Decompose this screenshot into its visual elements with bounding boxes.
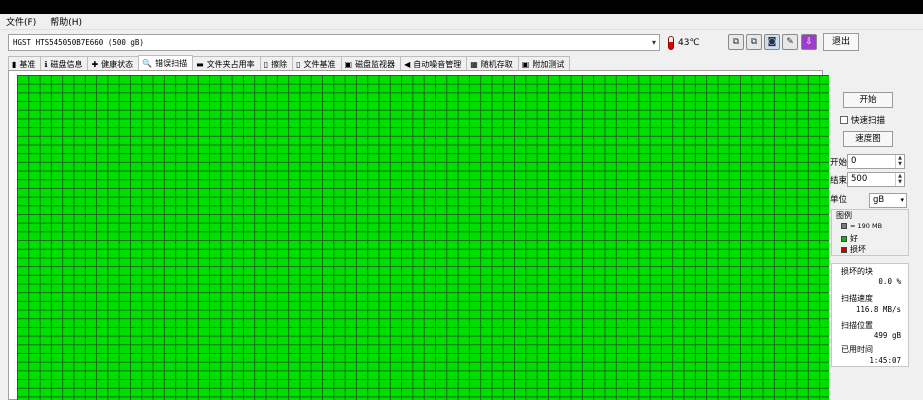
block-swatch-icon xyxy=(841,223,847,229)
damaged-blocks-value: 0.0 % xyxy=(878,277,901,286)
tab-label: 健康状态 xyxy=(101,59,134,69)
elapsed-time-label: 已用时间 xyxy=(841,345,873,354)
chevron-down-icon: ▾ xyxy=(651,38,656,47)
spinner-arrows-icon[interactable]: ▲ ▼ xyxy=(895,173,904,186)
extra-tests-icon: ▣ xyxy=(521,59,530,69)
random-access-icon: ▦ xyxy=(470,59,478,69)
tab-benchmark[interactable]: ▮ 基准 xyxy=(8,56,42,71)
copy-icon: ⧉ xyxy=(732,37,740,47)
thermometer-icon xyxy=(668,35,674,50)
spinner-arrows-icon[interactable]: ▲ ▼ xyxy=(895,155,904,168)
quick-scan-checkbox[interactable] xyxy=(840,116,848,124)
health-cross-icon: ✚ xyxy=(91,59,99,69)
legend-box: 图例 = 190 MB 好 损坏 xyxy=(831,209,909,256)
temperature-value: 43℃ xyxy=(678,37,700,48)
tab-extra-tests[interactable]: ▣ 附加测试 xyxy=(517,56,571,71)
legend-title: 图例 xyxy=(836,210,852,221)
end-label: 结束 xyxy=(830,176,848,186)
quick-scan-option[interactable]: 快速扫描 xyxy=(840,114,885,126)
tab-label: 错误扫描 xyxy=(155,59,188,68)
end-field[interactable]: 500 ▲ ▼ xyxy=(847,172,905,187)
tab-label: 磁盘信息 xyxy=(50,59,83,69)
unit-select-value: gB xyxy=(873,195,885,205)
quick-scan-label: 快速扫描 xyxy=(851,116,886,126)
screenshot-button[interactable]: ◙ xyxy=(764,34,780,50)
tab-label: 文件基准 xyxy=(303,59,336,69)
options-button[interactable]: ✎ xyxy=(782,34,798,50)
tab-label: 自动噪音管理 xyxy=(413,59,462,69)
scan-side-panel: 开始 快速扫描 速度图 开始 0 ▲ ▼ 结束 500 ▲ ▼ 单位 gB ▾ 图例… xyxy=(828,70,923,400)
tab-random-access[interactable]: ▦ 随机存取 xyxy=(466,56,519,71)
drive-select-value: HGST HTS545050B7E660 (500 gB) xyxy=(13,38,144,47)
elapsed-time-value: 1:45:07 xyxy=(869,356,901,365)
unit-label: 单位 xyxy=(830,195,848,205)
legend-bad: 损坏 xyxy=(841,244,866,255)
tab-folder[interactable]: ▬ 文件夹占用率 xyxy=(192,56,261,71)
start-field[interactable]: 0 ▲ ▼ xyxy=(847,154,905,169)
block-map xyxy=(17,75,829,400)
scan-speed-label: 扫描速度 xyxy=(841,294,873,303)
exit-button[interactable]: 退出 xyxy=(823,33,859,51)
download-icon: ⇩ xyxy=(805,37,813,47)
benchmark-icon: ▮ xyxy=(12,59,17,69)
tab-speaker[interactable]: ◀ 自动噪音管理 xyxy=(400,56,468,71)
monitor-icon: ▣ xyxy=(344,59,353,69)
legend-good-text: 好 xyxy=(850,234,858,243)
folder-icon: ▬ xyxy=(196,59,204,69)
tab-file-bench[interactable]: ▯ 文件基准 xyxy=(292,56,342,71)
magnifier-icon: 🔍 xyxy=(142,59,153,68)
device-toolbar: HGST HTS545050B7E660 (500 gB) ▾ 43℃ ⧉ ⧉ … xyxy=(0,30,923,56)
tab-monitor[interactable]: ▣ 磁盘监视器 xyxy=(340,56,402,71)
tab-label: 文件夹占用率 xyxy=(206,59,255,69)
unit-select[interactable]: gB ▾ xyxy=(869,193,907,208)
camera-icon: ◙ xyxy=(767,37,777,47)
scan-stats: 损坏的块 0.0 % 扫描速度 116.8 MB/s 扫描位置 499 gB 已… xyxy=(831,263,909,367)
save-button[interactable]: ⇩ xyxy=(801,34,817,50)
damaged-blocks-label: 损坏的块 xyxy=(841,267,873,276)
file-bench-icon: ▯ xyxy=(296,59,301,69)
hdtune-window: 文件(F) 帮助(H) HGST HTS545050B7E660 (500 gB… xyxy=(0,14,923,400)
chevron-down-icon: ▾ xyxy=(900,196,904,204)
legend-block-size-text: = 190 MB xyxy=(850,222,883,230)
end-field-value: 500 xyxy=(851,174,868,184)
scan-position-label: 扫描位置 xyxy=(841,321,873,330)
good-swatch-icon xyxy=(841,235,847,242)
scan-position-value: 499 gB xyxy=(873,331,901,340)
menu-bar: 文件(F) 帮助(H) xyxy=(0,14,923,30)
copy-text-button[interactable]: ⧉ xyxy=(746,34,762,50)
tab-label: 随机存取 xyxy=(480,59,513,69)
info-icon: ℹ xyxy=(44,59,48,69)
menu-file[interactable]: 文件(F) xyxy=(6,15,36,28)
speaker-icon: ◀ xyxy=(404,59,411,69)
trash-icon: ▯ xyxy=(263,59,269,69)
tab-bar: ▮ 基准 ℹ 磁盘信息 ✚ 健康状态 🔍 错误扫描 ▬ 文件夹占用率 ▯ 擦除 ▯ 文件基准 ▣ 磁盘监视器 ◀… xyxy=(8,55,571,71)
tab-label: 擦除 xyxy=(271,59,288,69)
tab-label: 磁盘监视器 xyxy=(355,59,396,69)
error-scan-panel xyxy=(8,70,829,400)
scan-speed-value: 116.8 MB/s xyxy=(855,305,901,314)
wrench-icon: ✎ xyxy=(786,37,794,47)
speed-chart-button[interactable]: 速度图 xyxy=(843,131,893,147)
tab-trash[interactable]: ▯ 擦除 xyxy=(259,56,294,71)
legend-block-size: = 190 MB xyxy=(841,222,882,230)
start-field-value: 0 xyxy=(851,156,857,166)
start-scan-button[interactable]: 开始 xyxy=(843,92,893,108)
tab-health-cross[interactable]: ✚ 健康状态 xyxy=(87,56,140,71)
clipboard-icon: ⧉ xyxy=(750,37,758,47)
temperature-readout: 43℃ xyxy=(668,34,700,51)
menu-help[interactable]: 帮助(H) xyxy=(50,15,82,28)
tab-label: 基准 xyxy=(19,59,36,69)
legend-bad-text: 损坏 xyxy=(850,245,866,254)
tab-label: 附加测试 xyxy=(532,59,565,69)
copy-info-button[interactable]: ⧉ xyxy=(728,34,744,50)
tab-magnifier[interactable]: 🔍 错误扫描 xyxy=(138,55,194,71)
tab-info[interactable]: ℹ 磁盘信息 xyxy=(40,56,89,71)
drive-select[interactable]: HGST HTS545050B7E660 (500 gB) ▾ xyxy=(8,34,660,51)
bad-swatch-icon xyxy=(841,246,847,253)
legend-good: 好 xyxy=(841,233,858,244)
start-label: 开始 xyxy=(830,158,848,168)
